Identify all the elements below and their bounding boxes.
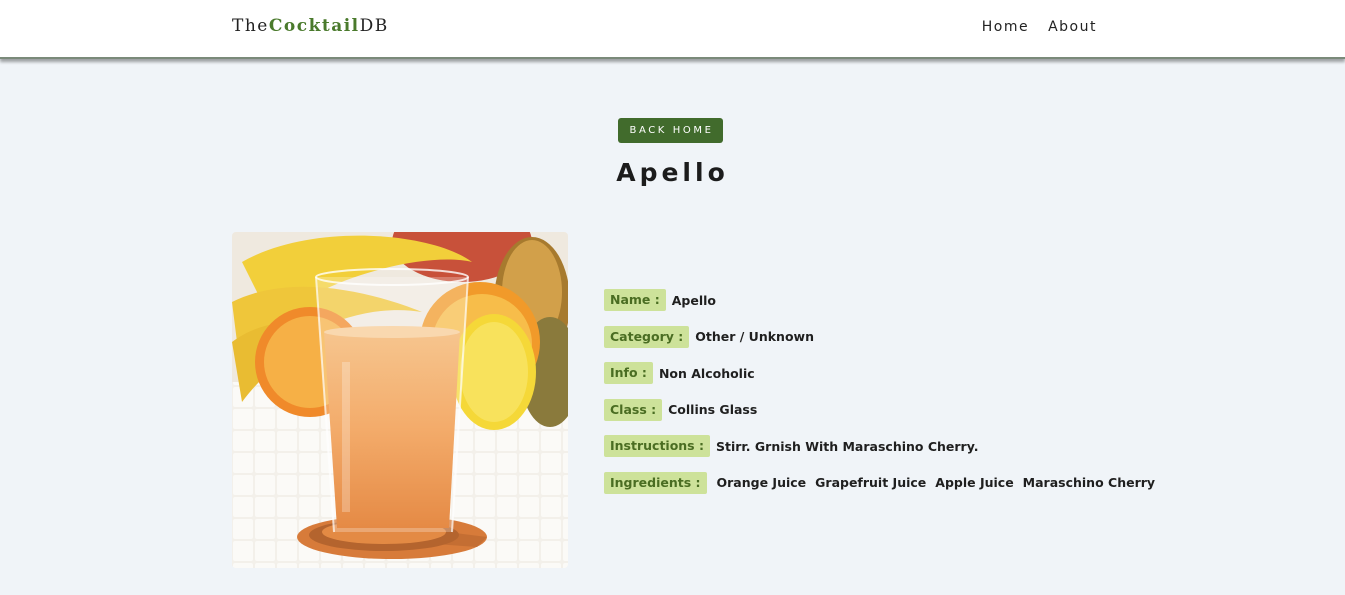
brand-accent: Cocktail: [268, 16, 360, 36]
detail-row-ingredients: Ingredients : Orange Juice Grapefruit Ju…: [604, 471, 1160, 494]
brand-prefix: The: [232, 16, 269, 36]
navbar: TheCocktailDB Home About: [0, 0, 1345, 59]
detail-row-glass: Class : Collins Glass: [604, 398, 1160, 421]
glass-label: Class :: [604, 398, 663, 421]
glass-value: Collins Glass: [668, 402, 758, 418]
nav-home-link[interactable]: Home: [982, 19, 1029, 35]
ingredient-item: Maraschino Cherry: [1022, 475, 1156, 491]
name-value: Apello: [671, 292, 717, 308]
category-value: Other / Unknown: [695, 329, 814, 345]
instructions-label: Instructions :: [604, 435, 710, 458]
instructions-value: Stirr. Grnish With Maraschino Cherry.: [715, 438, 979, 454]
info-label: Info :: [604, 362, 653, 385]
ingredient-item: Grapefruit Juice: [815, 475, 927, 491]
brand-suffix: DB: [359, 16, 389, 36]
drink-details: Name : Apello Category : Other / Unknown…: [604, 289, 1160, 509]
detail-row-category: Category : Other / Unknown: [604, 325, 1160, 348]
detail-row-info: Info : Non Alcoholic: [604, 362, 1160, 385]
back-home-button[interactable]: BACK HOME: [618, 118, 723, 143]
nav-about-link[interactable]: About: [1048, 19, 1097, 35]
ingredients-label: Ingredients :: [604, 471, 707, 494]
name-label: Name :: [604, 289, 666, 311]
drink-image: [232, 232, 568, 568]
detail-row-instructions: Instructions : Stirr. Grnish With Marasc…: [604, 435, 1160, 458]
info-value: Non Alcoholic: [658, 365, 755, 381]
category-label: Category :: [604, 325, 690, 348]
detail-row-name: Name : Apello: [604, 289, 1160, 311]
ingredient-item: Orange Juice: [716, 475, 807, 491]
brand-logo[interactable]: TheCocktailDB: [232, 16, 389, 36]
ingredient-item: Apple Juice: [935, 475, 1014, 491]
nav-links: Home About: [982, 19, 1097, 35]
drink-title: Apello: [616, 158, 729, 187]
